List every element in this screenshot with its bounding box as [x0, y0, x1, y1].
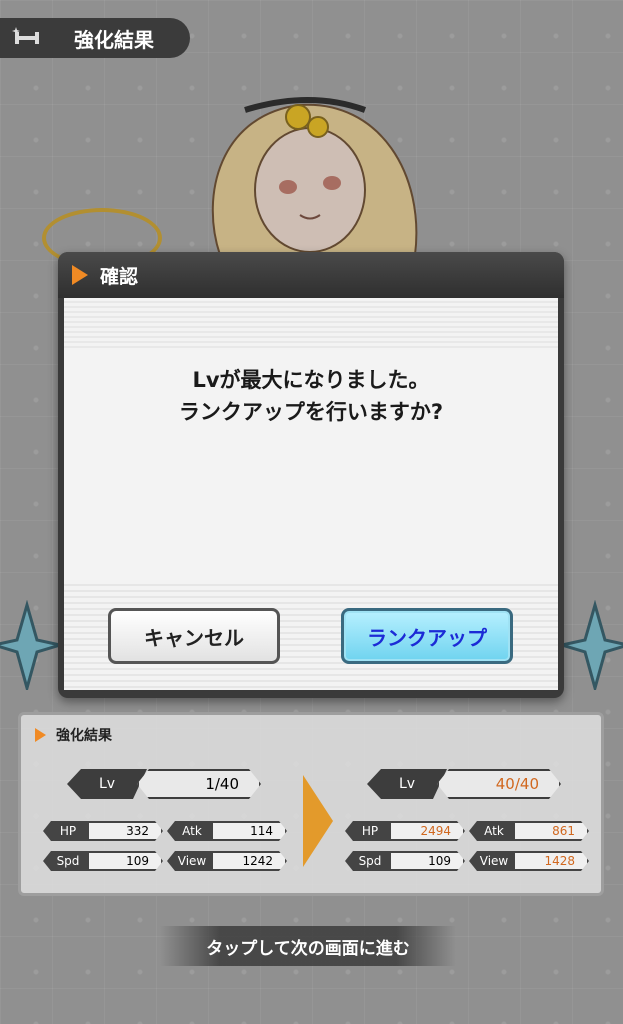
screen-header: 強化結果	[0, 18, 190, 58]
stat-hp-before: HP 332	[43, 821, 163, 841]
stat-hp-after: HP 2494	[345, 821, 465, 841]
dialog-message: Lvが最大になりました。 ランクアップを行いますか?	[178, 368, 444, 424]
stat-view-before: View 1242	[167, 851, 287, 871]
stat-spd-before: Spd 109	[43, 851, 163, 871]
stat-atk-after: Atk 861	[469, 821, 589, 841]
level-before: Lv 1/40	[67, 769, 261, 799]
panel-title: 強化結果	[35, 725, 112, 745]
triangle-icon	[72, 265, 88, 285]
arrow-right-icon	[303, 775, 333, 867]
level-before-value: 1/40	[137, 769, 261, 799]
screen-title: 強化結果	[74, 27, 154, 52]
level-after-value: 40/40	[437, 769, 561, 799]
confirm-dialog: 確認 Lvが最大になりました。 ランクアップを行いますか? キャンセル ランクア…	[58, 252, 564, 698]
stat-view-after: View 1428	[469, 851, 589, 871]
tap-to-continue[interactable]: タップして次の画面に進む	[160, 926, 456, 966]
rankup-button[interactable]: ランクアップ	[341, 608, 513, 664]
dialog-header: 確認	[58, 252, 564, 298]
enhancement-result-panel: 強化結果 Lv 1/40 HP 332 Atk 114 Spd 109 View…	[18, 712, 604, 896]
dialog-title: 確認	[100, 265, 139, 288]
triangle-icon	[35, 728, 46, 742]
cancel-button[interactable]: キャンセル	[108, 608, 280, 664]
level-after: Lv 40/40	[367, 769, 561, 799]
dumbbell-sparkle-icon	[10, 23, 44, 53]
stat-atk-before: Atk 114	[167, 821, 287, 841]
stat-spd-after: Spd 109	[345, 851, 465, 871]
